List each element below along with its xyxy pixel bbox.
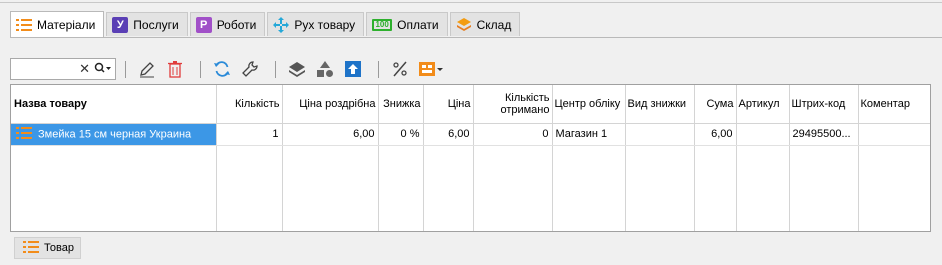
column-header[interactable]: Ціна [423, 85, 474, 124]
tab-warehouse[interactable]: Склад [449, 12, 521, 36]
discount-cell[interactable]: 0 % [378, 123, 424, 146]
column-header[interactable]: Сума [694, 85, 737, 124]
column-header[interactable]: Вид знижки [625, 85, 695, 124]
shapes-icon[interactable] [313, 57, 337, 81]
search-box: ✕ [10, 58, 116, 80]
column-header[interactable]: Штрих-код [789, 85, 859, 124]
search-dropdown-icon[interactable] [94, 62, 112, 77]
product-button[interactable]: Товар [14, 237, 81, 259]
table-header: Назва товару Кількість Ціна роздрібна Зн… [11, 85, 930, 124]
works-icon: Р [195, 16, 212, 33]
empty-row [11, 145, 930, 167]
toolbar-separator [275, 60, 276, 78]
toolbar-separator [125, 60, 126, 78]
tab-label: Рух товару [294, 17, 356, 32]
delete-icon[interactable] [163, 57, 187, 81]
search-input[interactable] [17, 63, 76, 75]
list-icon [23, 240, 39, 256]
payment-icon: 100 [372, 18, 393, 31]
move-arrows-icon [273, 16, 290, 33]
product-button-label: Товар [44, 242, 74, 254]
edit-icon[interactable] [135, 57, 159, 81]
product-name-cell[interactable]: Змейка 15 см черная Украина [11, 123, 217, 146]
percent-icon[interactable] [388, 57, 412, 81]
layers-icon[interactable] [285, 57, 309, 81]
empty-row [11, 167, 930, 189]
toolbar: ✕ [10, 56, 450, 82]
quantity-cell[interactable]: 1 [216, 123, 283, 146]
empty-row [11, 189, 930, 211]
column-header[interactable]: Знижка [378, 85, 424, 124]
tab-label: Роботи [216, 17, 257, 32]
column-header[interactable]: Артикул [736, 85, 790, 124]
wrench-icon[interactable] [238, 57, 262, 81]
tab-label: Матеріали [37, 17, 96, 32]
column-header[interactable]: Центр обліку [552, 85, 626, 124]
stack-icon [456, 17, 472, 33]
tab-label: Склад [476, 17, 512, 32]
column-header[interactable]: Кількість [216, 85, 283, 124]
tab-label: Послуги [133, 17, 179, 32]
column-header[interactable]: Кількість отримано [473, 85, 553, 124]
materials-table: Назва товару Кількість Ціна роздрібна Зн… [11, 85, 930, 231]
services-icon: У [112, 16, 129, 33]
barcode-cell[interactable]: 29495500... [789, 123, 859, 146]
center-cell[interactable]: Магазин 1 [552, 123, 626, 146]
tab-strip: Матеріали У Послуги Р Роботи Рух товару … [10, 11, 522, 37]
discount-type-cell[interactable] [625, 123, 695, 146]
tab-materials[interactable]: Матеріали [10, 11, 105, 37]
price-cell[interactable]: 6,00 [423, 123, 474, 146]
table-row[interactable]: Змейка 15 см черная Украина 1 6,00 0 % 6… [11, 123, 930, 146]
toolbar-separator [378, 60, 379, 78]
empty-row [11, 211, 930, 231]
received-cell[interactable]: 0 [473, 123, 553, 146]
tab-works[interactable]: Р Роботи [189, 12, 266, 36]
tab-payments[interactable]: 100 Оплати [366, 12, 448, 36]
tab-label: Оплати [397, 17, 439, 32]
refresh-icon[interactable] [210, 57, 234, 81]
sum-cell[interactable]: 6,00 [694, 123, 737, 146]
clear-icon[interactable]: ✕ [79, 61, 90, 77]
tab-goods-movement[interactable]: Рух товару [267, 12, 365, 36]
column-header[interactable]: Коментар [858, 85, 930, 124]
retail-price-cell[interactable]: 6,00 [282, 123, 379, 146]
column-header[interactable]: Назва товару [11, 85, 217, 124]
upload-icon[interactable] [341, 57, 365, 81]
view-menu-icon[interactable] [416, 57, 446, 81]
list-icon [16, 17, 32, 33]
product-name: Змейка 15 см черная Украина [38, 127, 192, 140]
toolbar-separator [200, 60, 201, 78]
column-header-text: Кількість отримано [500, 91, 550, 116]
top-border [0, 0, 942, 3]
materials-grid: Назва товару Кількість Ціна роздрібна Зн… [10, 84, 931, 232]
list-icon [16, 126, 32, 142]
tab-services[interactable]: У Послуги [106, 12, 188, 36]
column-header[interactable]: Ціна роздрібна [282, 85, 379, 124]
article-cell[interactable] [736, 123, 790, 146]
comment-cell[interactable] [858, 123, 930, 146]
